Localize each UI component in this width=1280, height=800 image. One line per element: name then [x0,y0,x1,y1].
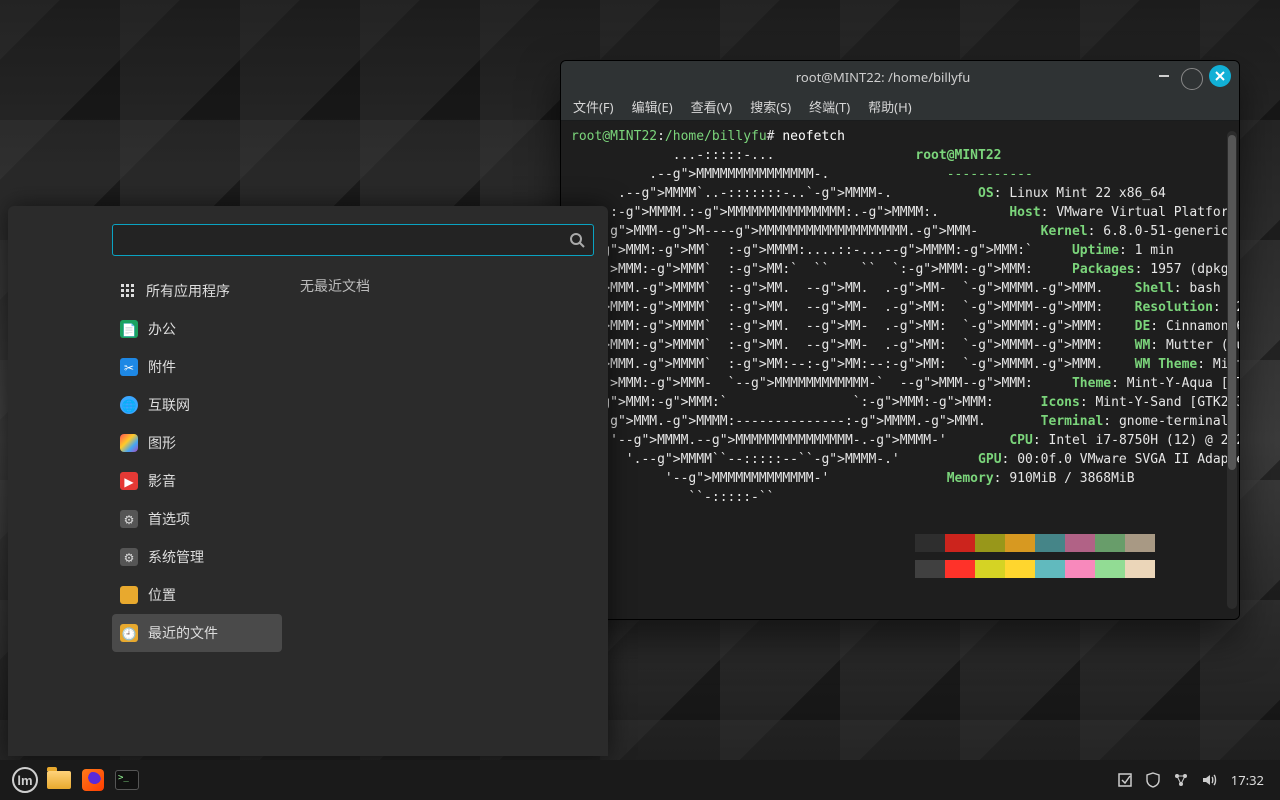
terminal-window: root@MINT22: /home/billyfu 文件(F) 编辑(E) 查看(… [560,60,1240,620]
term-menu-item[interactable]: 终端(T) [809,97,850,116]
category-label: 附件 [148,357,176,377]
term-menu-item[interactable]: 查看(V) [691,97,733,116]
category-label: 影音 [148,471,176,491]
menu-categories: 所有应用程序 📄办公✂附件🌐互联网图形 ▶影音⚙首选项⚙系统管理位置 🕘最近的文件 [112,272,282,746]
taskbar-files[interactable] [46,767,72,793]
category-label: 系统管理 [148,547,204,567]
term-menu-item[interactable]: 文件(F) [573,97,614,116]
window-title: root@MINT22: /home/billyfu [621,68,1145,86]
category-graphics[interactable]: 图形 [112,424,282,462]
window-close-button[interactable] [1209,65,1231,87]
scrollbar-thumb[interactable] [1228,135,1236,470]
term-menu-item[interactable]: 编辑(E) [632,97,673,116]
category-label: 图形 [148,433,176,453]
term-menu-item[interactable]: 搜索(S) [750,97,791,116]
search-input[interactable] [121,232,569,248]
category-label: 所有应用程序 [146,281,230,301]
tray-firewall-icon[interactable] [1142,769,1164,791]
scrollbar[interactable] [1227,131,1237,609]
window-titlebar[interactable]: root@MINT22: /home/billyfu [561,61,1239,93]
search-icon [569,232,585,248]
terminal-menubar: 文件(F) 编辑(E) 查看(V) 搜索(S) 终端(T) 帮助(H) [561,93,1239,121]
tray-network-icon[interactable] [1170,769,1192,791]
category-label: 最近的文件 [148,623,218,643]
tray-updates-icon[interactable] [1114,769,1136,791]
taskbar-terminal[interactable] [114,767,140,793]
category-label: 位置 [148,585,176,605]
clock[interactable]: 17:32 [1231,771,1264,789]
category-all[interactable]: 所有应用程序 [112,272,282,310]
start-menu: 所有应用程序 📄办公✂附件🌐互联网图形 ▶影音⚙首选项⚙系统管理位置 🕘最近的文件 无… [8,206,608,756]
category-label: 办公 [148,319,176,339]
menu-button[interactable]: lm [12,767,38,793]
window-maximize-button[interactable] [1181,68,1203,90]
category-recent[interactable]: 🕘最近的文件 [112,614,282,652]
category-prefs[interactable]: ⚙首选项 [112,500,282,538]
category-internet[interactable]: 🌐互联网 [112,386,282,424]
category-label: 首选项 [148,509,190,529]
category-av[interactable]: ▶影音 [112,462,282,500]
window-minimize-button[interactable] [1153,65,1175,87]
category-places[interactable]: 位置 [112,576,282,614]
terminal-body[interactable]: root@MINT22:/home/billyfu# neofetch ...-… [561,121,1239,619]
taskbar-firefox[interactable] [80,767,106,793]
category-accessories[interactable]: ✂附件 [112,348,282,386]
menu-search[interactable] [112,224,594,256]
category-office[interactable]: 📄办公 [112,310,282,348]
menu-results-empty: 无最近文档 [282,272,594,746]
term-menu-item[interactable]: 帮助(H) [868,97,911,116]
category-admin[interactable]: ⚙系统管理 [112,538,282,576]
tray-volume-icon[interactable] [1198,769,1220,791]
category-label: 互联网 [148,395,190,415]
taskbar: lm 17:32 [0,760,1280,800]
